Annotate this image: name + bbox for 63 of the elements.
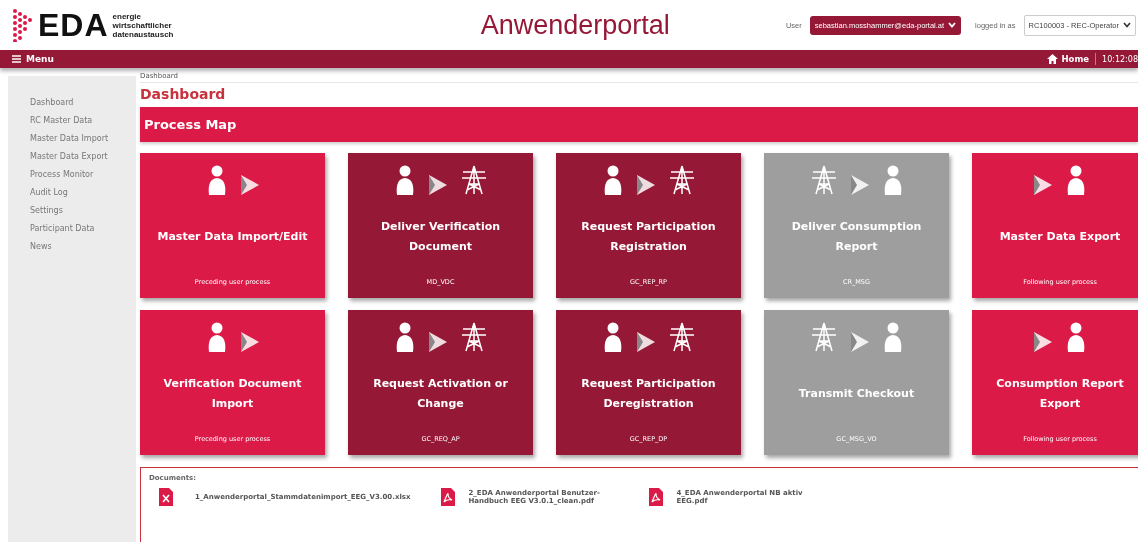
tile-title: Transmit Checkout xyxy=(797,386,916,402)
play-icon xyxy=(428,332,447,352)
play-icon xyxy=(636,332,655,352)
sidebar-item[interactable]: Master Data Export xyxy=(8,148,136,166)
play-icon xyxy=(240,175,259,195)
power-tower-icon xyxy=(810,165,837,195)
sidebar-item[interactable]: Process Monitor xyxy=(8,166,136,184)
person-icon xyxy=(206,165,227,195)
tile-title: Request Participation Registration xyxy=(580,219,717,255)
person-icon xyxy=(1066,165,1086,195)
person-icon xyxy=(602,322,623,352)
power-tower-icon xyxy=(810,322,837,352)
tile-title: Master Data Export xyxy=(998,229,1122,245)
tile-title: Deliver Consumption Report xyxy=(790,219,923,255)
power-tower-icon xyxy=(460,165,487,195)
play-icon xyxy=(1034,332,1052,352)
person-icon xyxy=(882,165,903,195)
sidebar-item[interactable]: Dashboard xyxy=(8,94,136,112)
section-header: Process Map xyxy=(140,107,1138,142)
pdf-file-icon xyxy=(440,488,455,506)
menu-button[interactable]: Menu xyxy=(0,54,66,64)
tile-title: Consumption Report Export xyxy=(995,376,1125,412)
play-icon xyxy=(428,175,447,195)
person-icon xyxy=(1066,322,1086,352)
sidebar-item[interactable]: Settings xyxy=(8,202,136,220)
play-icon xyxy=(850,332,869,352)
sidebar-item[interactable]: Audit Log xyxy=(8,184,136,202)
sidebar-item[interactable]: Participant Data xyxy=(8,220,136,238)
tile-title: Verification Document Import xyxy=(162,376,303,412)
portal-title: Anwenderportal xyxy=(480,9,671,41)
person-icon xyxy=(206,322,227,352)
page-title: Dashboard xyxy=(140,86,227,102)
spreadsheet-file-icon xyxy=(159,488,173,506)
tile-title: Request Activation or Change xyxy=(372,376,509,412)
tile-title: Request Participation Deregistration xyxy=(580,376,717,412)
power-tower-icon xyxy=(668,165,695,195)
play-icon xyxy=(636,175,655,195)
clock-time: 10:12:08 xyxy=(1102,54,1138,64)
person-icon xyxy=(602,165,623,195)
logo-tagline: wirtschaftlicher xyxy=(112,20,173,30)
logo-text: EDA xyxy=(38,6,109,44)
logo-tagline: energie xyxy=(112,11,142,21)
power-tower-icon xyxy=(668,322,695,352)
person-icon xyxy=(882,322,903,352)
chevron-down-icon xyxy=(948,22,957,28)
play-icon xyxy=(1034,175,1052,195)
home-link[interactable]: Home xyxy=(1047,54,1090,64)
play-icon xyxy=(240,332,259,352)
sidebar-item[interactable]: RC Master Data xyxy=(8,112,136,130)
pdf-file-icon xyxy=(648,488,663,506)
play-icon xyxy=(850,175,869,195)
tile-title: Deliver Verification Document xyxy=(379,219,502,255)
logo-tagline: datenaustausch xyxy=(112,29,174,39)
tile-title: Master Data Import/Edit xyxy=(156,229,309,245)
person-icon xyxy=(394,165,415,195)
sidebar-item[interactable]: News xyxy=(8,238,136,256)
chevron-down-icon xyxy=(1123,22,1131,28)
logo-dots-icon xyxy=(12,8,34,42)
power-tower-icon xyxy=(460,322,487,352)
sidebar-item[interactable]: Master Data Import xyxy=(8,130,136,148)
menu-icon xyxy=(12,55,21,63)
person-icon xyxy=(394,322,415,352)
home-icon xyxy=(1047,54,1059,64)
